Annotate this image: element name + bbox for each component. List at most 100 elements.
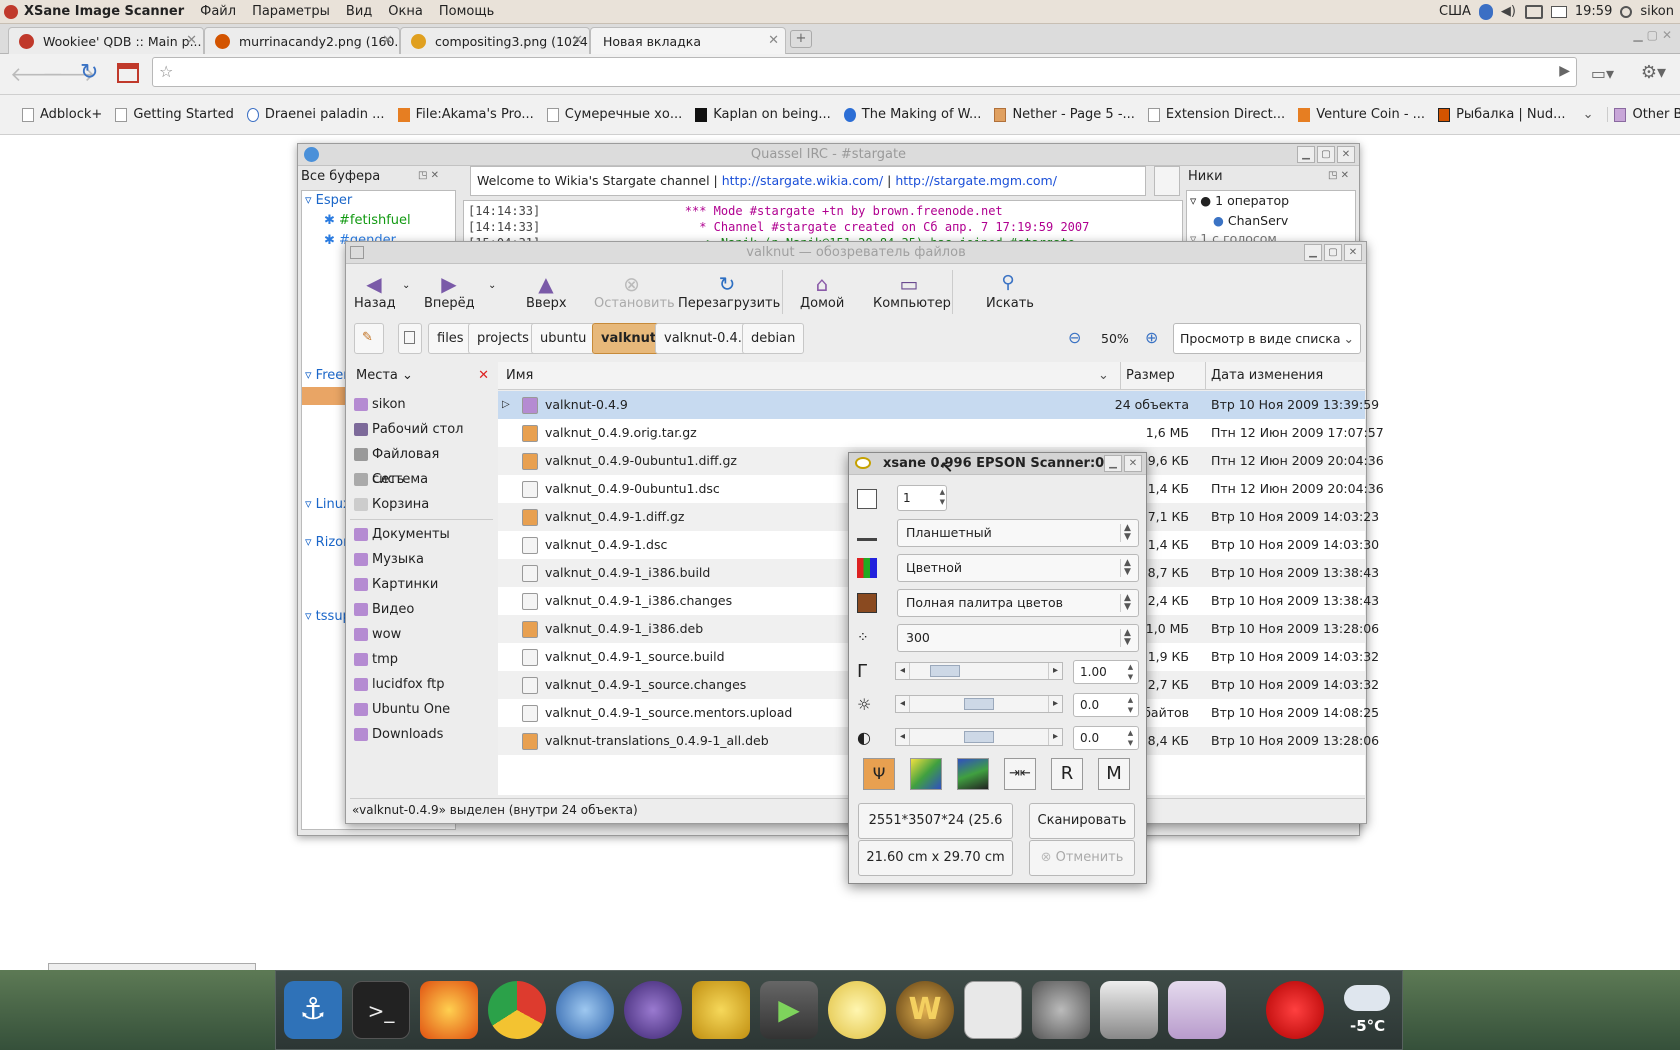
window-titlebar[interactable]: valknut — обозреватель файлов ▁ ▢ ✕ — [346, 242, 1366, 264]
page-menu-icon[interactable]: ▭▾ — [1591, 64, 1614, 83]
topic-bar[interactable]: Welcome to Wikia's Stargate channel | ht… — [470, 166, 1146, 196]
pipette-icon[interactable]: Ψ — [863, 758, 895, 790]
place-item[interactable]: Downloads — [350, 722, 493, 747]
bookmark-item[interactable]: Nether - Page 5 -... — [994, 107, 1135, 122]
gamma-input[interactable]: 1.00 ▲ ▼ — [1073, 660, 1139, 684]
path-ubuntu[interactable]: ubuntu — [531, 323, 596, 354]
bookmark-item[interactable]: Venture Coin - ... — [1298, 107, 1425, 122]
scan-button[interactable]: Сканировать — [1029, 803, 1135, 839]
other-bookmarks[interactable]: Other Bookmarks — [1607, 107, 1680, 122]
slider-knob[interactable] — [964, 731, 994, 743]
volume-icon[interactable]: ◀) — [1501, 4, 1517, 19]
tab-compositing[interactable]: compositing3.png (1024... ✕ — [400, 27, 590, 54]
path-files[interactable]: files — [428, 323, 473, 354]
place-item[interactable]: Картинки — [350, 572, 493, 597]
slider-left-icon[interactable]: ◂ — [896, 663, 910, 679]
network-icon[interactable] — [1524, 4, 1543, 19]
minimize-icon[interactable]: ▁ — [1297, 146, 1315, 163]
zoom-in-icon[interactable]: ⊕ — [1145, 328, 1158, 347]
gamma-slider[interactable]: ◂ ▸ — [895, 662, 1063, 680]
topic-edit-button[interactable] — [1154, 166, 1180, 196]
path-debian[interactable]: debian — [742, 323, 805, 354]
record-icon[interactable] — [1266, 981, 1324, 1039]
chevron-down-icon[interactable]: ⌄ — [1098, 362, 1109, 390]
close-icon[interactable]: ✕ — [572, 33, 583, 48]
nick-group[interactable]: ▿ ● 1 оператор — [1190, 193, 1289, 208]
place-item[interactable]: wow — [350, 622, 493, 647]
bookmark-item[interactable]: Extension Direct... — [1147, 107, 1285, 122]
address-bar[interactable]: ☆ ▶ — [152, 57, 1577, 87]
default-enhance-icon[interactable] — [957, 758, 989, 790]
channel-item[interactable]: ✱ #fetishfuel — [324, 213, 456, 228]
place-item[interactable]: Музыка — [350, 547, 493, 572]
file-row[interactable]: valknut_0.4.9.orig.tar.gz 1,6 МБ Птн 12 Ию… — [498, 419, 1384, 447]
selected-channel[interactable] — [302, 387, 349, 405]
menu-help[interactable]: Помощь — [431, 4, 502, 19]
close-icon[interactable]: ✕ — [431, 170, 439, 181]
slider-right-icon[interactable]: ▸ — [1048, 696, 1062, 712]
float-icon[interactable]: ◳ — [1328, 170, 1337, 181]
place-item[interactable]: Документы — [350, 522, 493, 547]
spin-arrows-icon[interactable]: ▲ ▼ — [1124, 695, 1137, 715]
palette-select[interactable]: Полная палитра цветов ▲ ▼ — [897, 589, 1139, 617]
window-titlebar[interactable]: Quassel IRC - #stargate ▁ ▢ ✕ — [298, 144, 1359, 166]
file-row[interactable]: ▷ valknut-0.4.9 24 объекта Втр 10 Ноя 2009 … — [498, 391, 1379, 419]
go-icon[interactable]: ▶ — [1559, 63, 1570, 79]
places-header[interactable]: Места ⌄ ✕ — [350, 362, 493, 390]
close-icon[interactable]: ✕ — [382, 33, 393, 48]
user-icon[interactable] — [1620, 5, 1633, 18]
gimp-icon[interactable] — [1032, 981, 1090, 1039]
contrast-slider[interactable]: ◂ ▸ — [895, 728, 1063, 746]
window-menu-icon[interactable] — [350, 246, 364, 259]
bluetooth-icon[interactable] — [1478, 3, 1493, 20]
home-button[interactable]: ⌂ Домой — [800, 272, 844, 311]
bookmark-item[interactable]: Getting Started — [115, 107, 234, 122]
bookmark-item[interactable]: File:Akama's Pro... — [397, 107, 534, 122]
menu-file[interactable]: Файл — [192, 4, 244, 19]
close-icon[interactable]: ✕ — [1341, 170, 1349, 181]
close-icon[interactable]: ✕ — [478, 362, 489, 390]
place-item[interactable]: Файловая система — [350, 442, 493, 487]
anchor-icon[interactable]: ⚓ — [284, 981, 342, 1039]
slider-right-icon[interactable]: ▸ — [1048, 663, 1062, 679]
mail-icon[interactable] — [1550, 5, 1567, 18]
menu-params[interactable]: Параметры — [244, 4, 338, 19]
bookmark-item[interactable]: The Making of W... — [843, 107, 981, 122]
chevron-down-icon[interactable]: ⌄ — [1583, 107, 1594, 122]
place-item[interactable]: Сеть — [350, 467, 493, 492]
slider-knob[interactable] — [930, 665, 960, 677]
star-icon[interactable]: ☆ — [159, 62, 173, 81]
bookmark-item[interactable]: Сумеречные хо... — [546, 107, 682, 122]
weather-icon[interactable]: -5°C — [1338, 981, 1396, 1039]
eclipse-icon[interactable] — [624, 981, 682, 1039]
minimize-icon[interactable]: ▁ — [1633, 28, 1642, 42]
maximize-icon[interactable]: ▢ — [1317, 146, 1335, 163]
restore-enhance-icon[interactable]: R — [1051, 758, 1083, 790]
brightness-input[interactable]: 0.0 ▲ ▼ — [1073, 693, 1139, 717]
zoom-out-icon[interactable]: ⊖ — [1068, 328, 1081, 347]
forward-button[interactable]: ▶ Вперёд — [424, 272, 475, 311]
spin-arrows-icon[interactable]: ▲ ▼ — [940, 487, 945, 507]
resolution-select[interactable]: 300 ▲ ▼ — [897, 624, 1139, 652]
scanner-icon[interactable] — [1100, 981, 1158, 1039]
topic-link[interactable]: http://stargate.wikia.com/ — [722, 173, 883, 188]
float-icon[interactable]: ◳ — [418, 170, 427, 181]
place-item[interactable]: Рабочий стол — [350, 417, 493, 442]
home-icon[interactable] — [117, 63, 139, 83]
warcraft-icon[interactable]: W — [896, 981, 954, 1039]
tab-new[interactable]: Новая вкладка ✕ — [590, 27, 786, 54]
brightness-slider[interactable]: ◂ ▸ — [895, 695, 1063, 713]
expand-icon[interactable]: ▷ — [502, 391, 510, 419]
mode-select[interactable]: Цветной ▲ ▼ — [897, 554, 1139, 582]
up-button[interactable]: ▲ Вверх — [526, 272, 567, 311]
topic-link[interactable]: http://stargate.mgm.com/ — [895, 173, 1057, 188]
close-icon[interactable]: ✕ — [768, 33, 779, 48]
slider-left-icon[interactable]: ◂ — [896, 729, 910, 745]
maximize-icon[interactable]: ▢ — [1647, 28, 1658, 42]
genie-lamp-icon[interactable] — [692, 981, 750, 1039]
close-icon[interactable]: ✕ — [186, 33, 197, 48]
path-scroll-left[interactable] — [398, 323, 422, 354]
file-cabinet-icon[interactable] — [1168, 981, 1226, 1039]
network-linux[interactable]: ▿ Linux — [305, 497, 351, 512]
bookmark-item[interactable]: Draenei paladin ... — [246, 107, 385, 122]
